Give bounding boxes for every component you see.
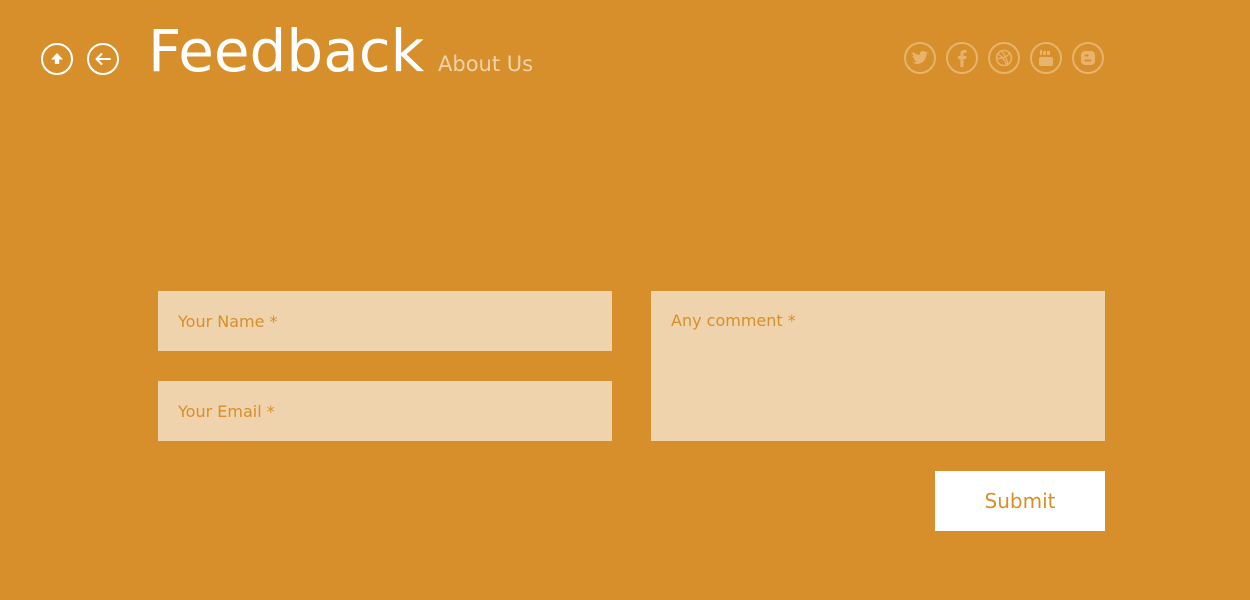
email-field[interactable]	[158, 381, 612, 441]
about-us-link[interactable]: About Us	[438, 50, 533, 78]
social-links	[904, 42, 1104, 74]
up-arrow-icon	[50, 52, 64, 66]
home-button[interactable]	[41, 43, 73, 75]
dribbble-icon[interactable]	[988, 42, 1020, 74]
twitter-icon[interactable]	[904, 42, 936, 74]
name-field[interactable]	[158, 291, 612, 351]
submit-button[interactable]: Submit	[935, 471, 1105, 531]
page-title: Feedback	[148, 17, 425, 85]
youtube-icon[interactable]	[1030, 42, 1062, 74]
facebook-icon[interactable]	[946, 42, 978, 74]
comment-field[interactable]	[651, 291, 1105, 441]
back-arrow-icon	[94, 52, 112, 66]
blogger-icon[interactable]	[1072, 42, 1104, 74]
back-button[interactable]	[87, 43, 119, 75]
